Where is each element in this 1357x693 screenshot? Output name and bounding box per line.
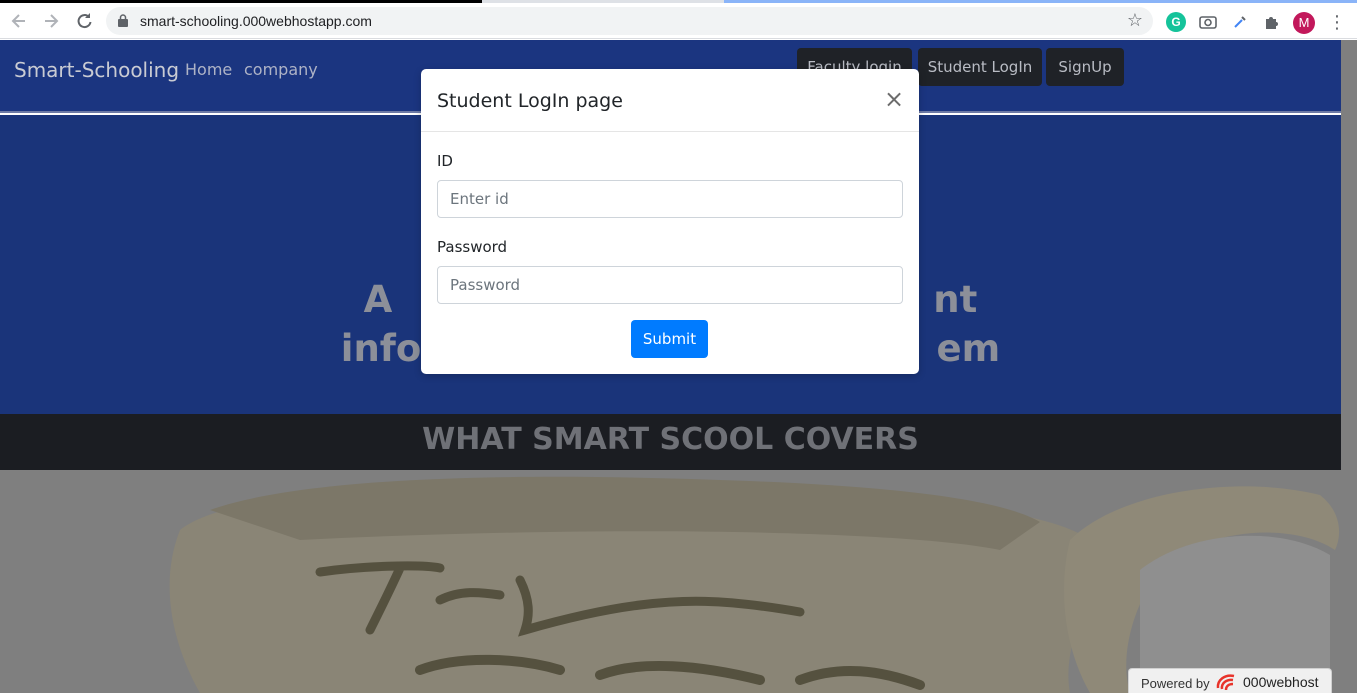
close-icon[interactable]: × bbox=[883, 85, 905, 113]
powered-by-badge[interactable]: Powered by 000webhost bbox=[1128, 668, 1332, 693]
camera-extension-icon[interactable] bbox=[1198, 12, 1218, 32]
nav-link-company[interactable]: company bbox=[244, 60, 318, 79]
webhost-logo-icon bbox=[1216, 674, 1235, 691]
grammarly-extension-icon[interactable]: G bbox=[1166, 12, 1186, 32]
password-label: Password bbox=[437, 238, 508, 256]
signup-button[interactable]: SignUp bbox=[1046, 48, 1124, 86]
id-input[interactable] bbox=[437, 180, 903, 218]
browser-toolbar: smart-schooling.000webhostapp.com ☆ G M … bbox=[0, 3, 1357, 39]
nav-link-home[interactable]: Home bbox=[185, 60, 232, 79]
scroll-illustration bbox=[0, 470, 1341, 693]
address-bar[interactable]: smart-schooling.000webhostapp.com ☆ bbox=[106, 7, 1153, 35]
webhost-name: 000webhost bbox=[1243, 674, 1319, 690]
browser-menu-icon[interactable]: ⋮ bbox=[1328, 12, 1346, 32]
forward-arrow-icon[interactable] bbox=[40, 10, 62, 32]
covers-banner: WHAT SMART SCOOL COVERS bbox=[0, 414, 1341, 470]
scrollbar-gutter[interactable] bbox=[1341, 40, 1357, 693]
bookmark-star-icon[interactable]: ☆ bbox=[1127, 10, 1143, 31]
extensions-puzzle-icon[interactable] bbox=[1262, 12, 1282, 32]
student-login-modal: Student LogIn page × ID Password Submit bbox=[421, 69, 919, 374]
paper-scroll-image bbox=[169, 476, 1340, 693]
eyedropper-extension-icon[interactable] bbox=[1230, 12, 1250, 32]
powered-by-text: Powered by bbox=[1141, 676, 1210, 691]
student-login-button[interactable]: Student LogIn bbox=[918, 48, 1042, 86]
site-brand[interactable]: Smart-Schooling bbox=[14, 58, 179, 82]
covers-title: WHAT SMART SCOOL COVERS bbox=[422, 422, 919, 457]
password-input[interactable] bbox=[437, 266, 903, 304]
reload-icon[interactable] bbox=[73, 10, 95, 32]
lock-icon bbox=[118, 14, 128, 27]
profile-avatar[interactable]: M bbox=[1293, 12, 1315, 34]
submit-button[interactable]: Submit bbox=[631, 320, 708, 358]
id-label: ID bbox=[437, 152, 453, 170]
url-text: smart-schooling.000webhostapp.com bbox=[140, 13, 372, 29]
back-arrow-icon[interactable] bbox=[8, 10, 30, 32]
modal-title: Student LogIn page bbox=[437, 90, 623, 112]
modal-header: Student LogIn page × bbox=[421, 69, 919, 132]
